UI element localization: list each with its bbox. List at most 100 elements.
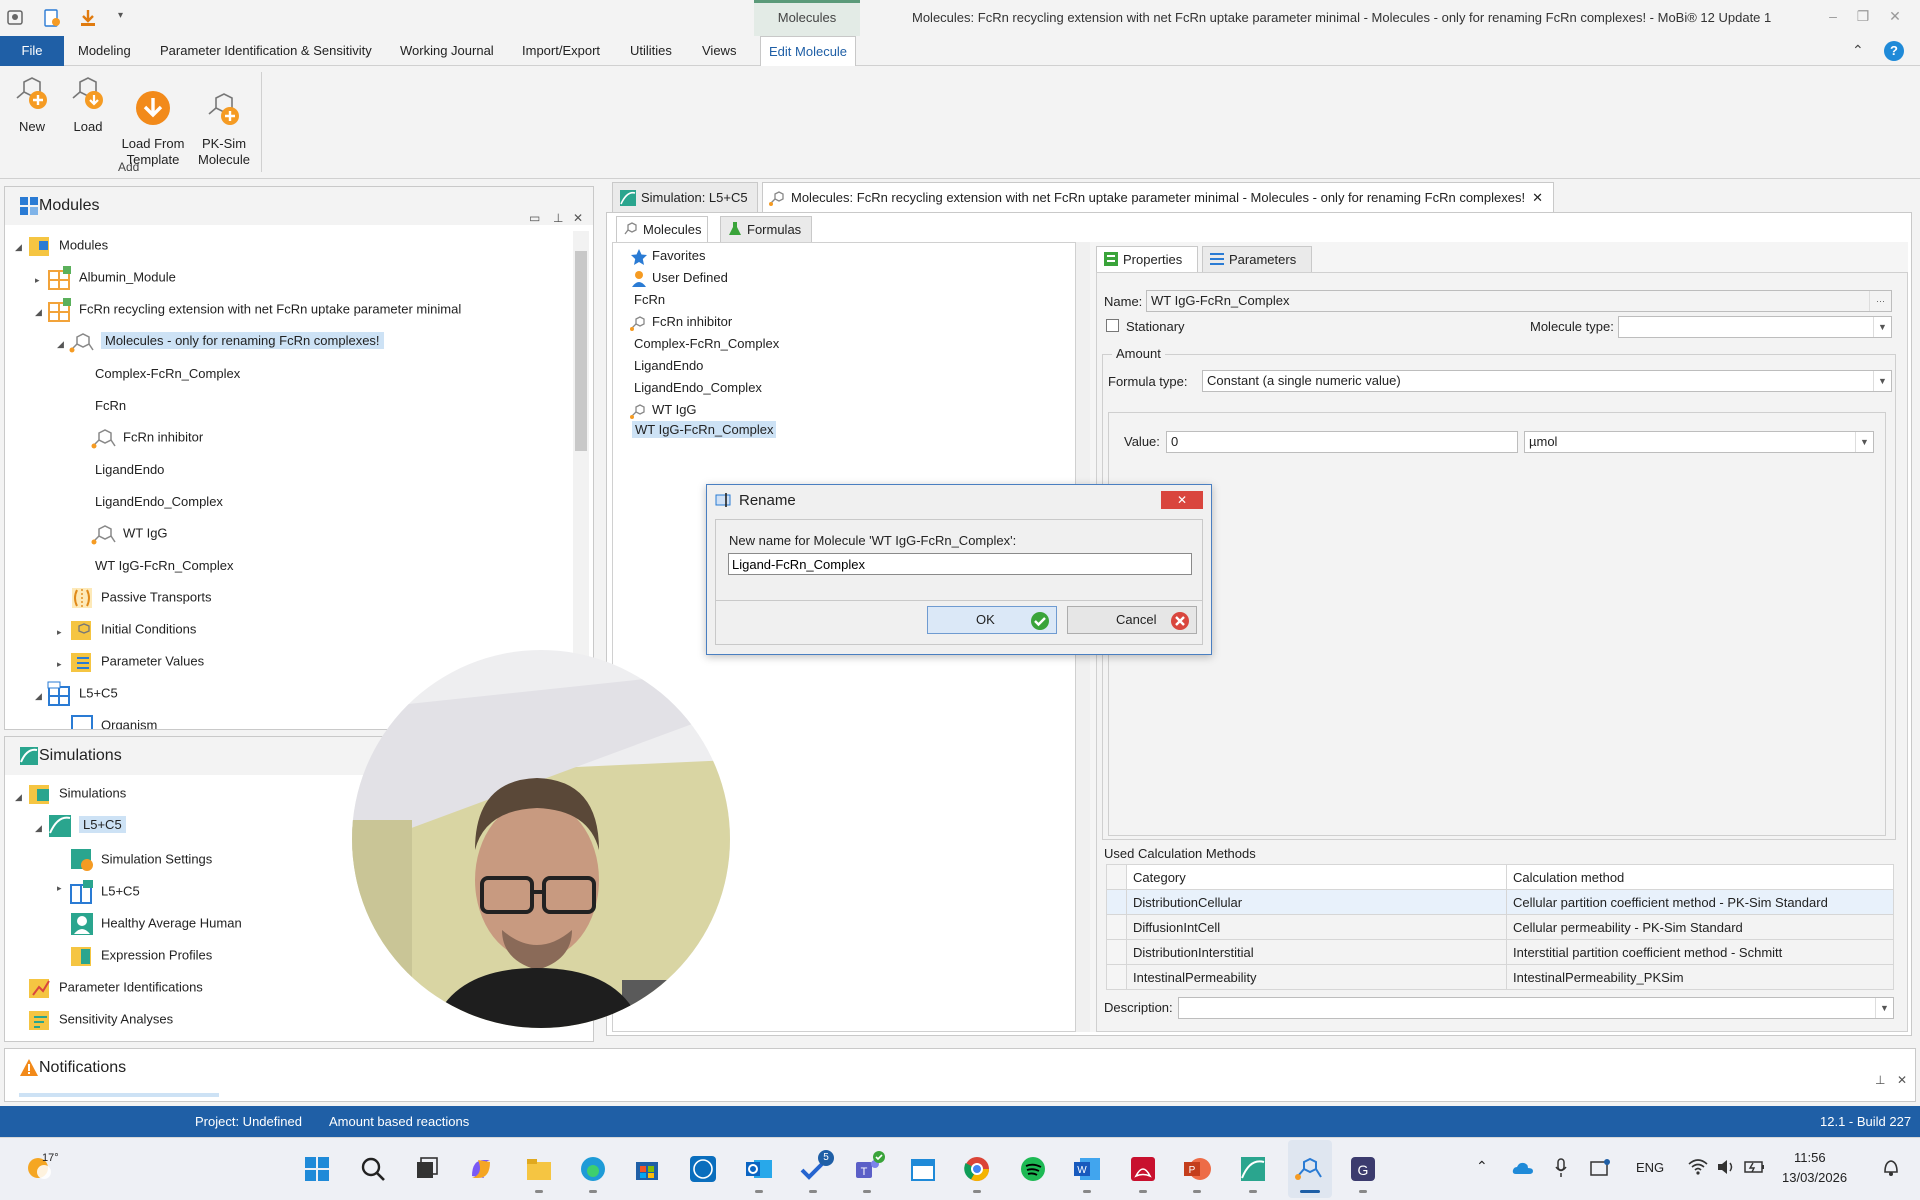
chevron-down-icon[interactable]: ▼ — [1873, 317, 1891, 337]
subtab-molecules[interactable]: Molecules — [616, 216, 708, 242]
tab-import-export[interactable]: Import/Export — [514, 36, 608, 66]
show-hidden-icons-icon[interactable]: ⌃ — [1476, 1158, 1488, 1175]
tree-item-passive-transports[interactable]: Passive Transports — [69, 585, 212, 608]
name-field[interactable]: WT IgG-FcRn_Complex ··· — [1146, 290, 1892, 312]
tree-item-simulation-l5c5-config[interactable]: L5+C5 — [69, 879, 140, 904]
tree-item-molecule[interactable]: LigandEndo — [95, 459, 164, 481]
save-icon[interactable] — [78, 8, 98, 28]
tree-item-molecule[interactable]: WT IgG-FcRn_Complex — [95, 555, 233, 577]
molecule-list-item-selected[interactable]: WT IgG-FcRn_Complex — [632, 420, 777, 440]
table-row[interactable]: IntestinalPermeability IntestinalPermeab… — [1106, 964, 1894, 990]
tree-item-albumin-module[interactable]: Albumin_Module — [47, 265, 176, 290]
tab-modeling[interactable]: Modeling — [70, 36, 139, 66]
value-field[interactable]: 0 — [1166, 431, 1518, 453]
calendar-app-icon[interactable] — [908, 1154, 938, 1184]
word-icon[interactable]: W — [1072, 1154, 1102, 1184]
expand-arrow-icon[interactable]: ◢ — [35, 691, 42, 702]
collapse-arrow-icon[interactable]: ▸ — [57, 627, 62, 638]
column-header[interactable]: Category — [1126, 864, 1507, 890]
panel-maximize-icon[interactable]: ▭ — [529, 199, 540, 237]
help-icon[interactable]: ? — [1884, 41, 1904, 61]
acrobat-icon[interactable] — [1128, 1154, 1158, 1184]
quick-access-dropdown-icon[interactable]: ▾ — [118, 10, 123, 21]
notification-bell-icon[interactable] — [1880, 1156, 1902, 1178]
collapse-ribbon-icon[interactable]: ⌃ — [1852, 42, 1864, 59]
tree-item-modules[interactable]: Modules — [27, 233, 108, 256]
pksim-molecule-button[interactable]: PK-Sim Molecule — [196, 72, 252, 184]
description-field[interactable]: ▼ — [1178, 997, 1894, 1019]
tree-item-individual[interactable]: Healthy Average Human — [69, 911, 242, 935]
column-header[interactable]: Calculation method — [1506, 864, 1894, 890]
table-row[interactable]: DistributionInterstitial Interstitial pa… — [1106, 939, 1894, 965]
tree-item-simulation-l5c5[interactable]: L5+C5 — [47, 813, 126, 837]
table-row[interactable]: DistributionCellular Cellular partition … — [1106, 889, 1894, 915]
clock-time[interactable]: 11:56 — [1794, 1150, 1826, 1165]
molecule-list-item-favorites[interactable]: Favorites — [630, 246, 705, 266]
tree-item-molecule[interactable]: FcRn — [95, 395, 126, 417]
clock-date[interactable]: 13/03/2026 — [1782, 1170, 1847, 1185]
doc-tab-simulation[interactable]: Simulation: L5+C5 — [612, 182, 758, 212]
expand-arrow-icon[interactable]: ◢ — [35, 823, 42, 834]
search-icon[interactable] — [358, 1154, 388, 1184]
ellipsis-button[interactable]: ··· — [1869, 291, 1891, 311]
chevron-down-icon[interactable]: ▼ — [1875, 998, 1893, 1018]
new-name-input[interactable] — [728, 553, 1192, 575]
tree-item-molecule[interactable]: WT IgG — [91, 521, 168, 545]
powerpoint-icon[interactable]: P — [1182, 1154, 1212, 1184]
close-window-button[interactable]: ✕ — [1880, 8, 1910, 28]
panel-close-icon[interactable]: ✕ — [1897, 1061, 1907, 1099]
dialog-close-button[interactable]: ✕ — [1161, 491, 1203, 509]
modules-scrollbar-thumb[interactable] — [575, 251, 587, 451]
molecule-type-select[interactable]: ▼ — [1618, 316, 1892, 338]
ok-button[interactable]: OK — [927, 606, 1057, 634]
collapse-arrow-icon[interactable]: ▸ — [57, 883, 62, 894]
cancel-button[interactable]: Cancel — [1067, 606, 1197, 634]
task-view-icon[interactable] — [412, 1154, 442, 1184]
molecule-list-item-user-defined[interactable]: User Defined — [630, 268, 728, 288]
chevron-down-icon[interactable]: ▼ — [1855, 432, 1873, 452]
table-row[interactable]: DiffusionIntCell Cellular permeability -… — [1106, 914, 1894, 940]
windows-start-icon[interactable] — [302, 1154, 332, 1184]
volume-icon[interactable] — [1716, 1158, 1736, 1176]
mobi-app-icon[interactable] — [1294, 1154, 1324, 1184]
expand-arrow-icon[interactable]: ◢ — [35, 307, 42, 318]
store-icon[interactable] — [632, 1154, 662, 1184]
spotify-icon[interactable] — [1018, 1154, 1048, 1184]
microphone-icon[interactable] — [1554, 1158, 1568, 1178]
copilot-icon[interactable] — [466, 1154, 496, 1184]
chrome-icon[interactable] — [962, 1154, 992, 1184]
new-project-icon[interactable] — [42, 8, 62, 28]
tab-working-journal[interactable]: Working Journal — [392, 36, 502, 66]
tab-utilities[interactable]: Utilities — [622, 36, 680, 66]
expand-arrow-icon[interactable]: ◢ — [15, 242, 22, 253]
restore-button[interactable]: ❐ — [1848, 8, 1878, 28]
new-molecule-button[interactable]: New — [8, 72, 56, 134]
tab-properties[interactable]: Properties — [1096, 246, 1198, 272]
location-share-icon[interactable] — [1590, 1158, 1612, 1178]
expand-arrow-icon[interactable]: ◢ — [57, 339, 64, 350]
load-molecule-button[interactable]: Load — [64, 72, 112, 134]
edge-icon[interactable] — [578, 1154, 608, 1184]
wifi-icon[interactable] — [1688, 1158, 1708, 1176]
other-app-icon[interactable]: G — [1348, 1154, 1378, 1184]
language-indicator[interactable]: ENG — [1636, 1160, 1664, 1175]
tree-item-parameter-identifications[interactable]: Parameter Identifications — [27, 975, 203, 998]
collapse-arrow-icon[interactable]: ▸ — [35, 275, 40, 286]
dell-icon[interactable] — [688, 1154, 718, 1184]
tree-item-fcrn-module[interactable]: FcRn recycling extension with net FcRn u… — [47, 297, 461, 322]
onedrive-icon[interactable] — [1512, 1160, 1534, 1176]
panel-pin-icon[interactable]: ⊥ — [1875, 1061, 1885, 1099]
molecule-list-item[interactable]: FcRn — [634, 290, 665, 310]
tree-item-expression-profiles[interactable]: Expression Profiles — [69, 943, 212, 966]
molecule-list-item[interactable]: FcRn inhibitor — [630, 312, 732, 332]
molecule-list-item[interactable]: LigandEndo_Complex — [634, 378, 762, 398]
molecule-list-item[interactable]: WT IgG — [630, 400, 697, 420]
stationary-checkbox[interactable] — [1106, 319, 1119, 332]
minimize-button[interactable]: – — [1818, 8, 1848, 28]
pksim-app-icon[interactable] — [1238, 1154, 1268, 1184]
tab-views[interactable]: Views — [694, 36, 744, 66]
doc-tab-molecules[interactable]: Molecules: FcRn recycling extension with… — [762, 182, 1554, 212]
tree-item-organism[interactable]: Organism — [69, 713, 157, 729]
collapse-arrow-icon[interactable]: ▸ — [57, 659, 62, 670]
tree-item-molecule[interactable]: FcRn inhibitor — [91, 425, 203, 449]
